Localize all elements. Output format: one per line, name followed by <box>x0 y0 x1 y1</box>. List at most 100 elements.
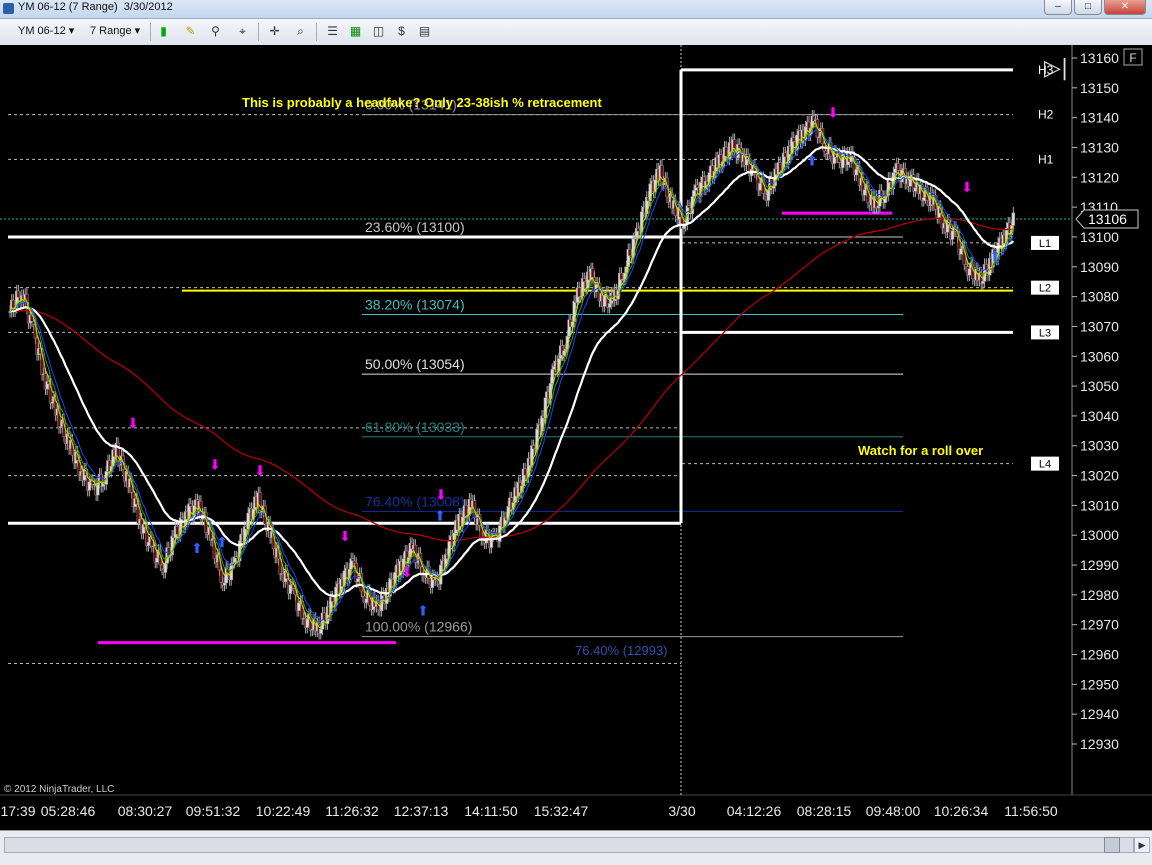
price-tick-label: 13120 <box>1080 169 1119 185</box>
buy-arrow-icon: ⬆ <box>417 603 429 619</box>
price-tick-label: 13150 <box>1080 80 1119 96</box>
toolbar-separator <box>316 23 317 41</box>
order-entry-icon[interactable]: ▤ <box>416 23 433 40</box>
candle-body <box>523 468 527 476</box>
candle-body <box>582 278 587 282</box>
price-tick-label: 13020 <box>1080 468 1119 484</box>
candle-body <box>577 287 581 298</box>
scroll-track[interactable] <box>4 837 1134 853</box>
period-selector[interactable]: 7 Range ▾ <box>90 22 140 41</box>
pin-icon[interactable]: ⌖ <box>234 23 251 40</box>
candle-body <box>288 584 293 594</box>
candle-body <box>913 187 918 192</box>
window-titlebar: YM 06-12 (7 Range) 3/30/2012 ‒ □ ✕ <box>0 0 1152 19</box>
properties-icon[interactable]: ☰ <box>324 23 341 40</box>
candle-body <box>607 303 612 308</box>
window-title: YM 06-12 (7 Range) 3/30/2012 <box>18 1 173 13</box>
candle-body <box>724 146 728 157</box>
time-tick-label: 10:22:49 <box>256 803 311 819</box>
fib-level-label: 61.80% (13033) <box>365 419 465 435</box>
price-tick-label: 13070 <box>1080 318 1119 334</box>
sell-arrow-icon: ⬇ <box>401 564 413 580</box>
time-tick-label: 11:26:32 <box>325 803 379 819</box>
toolbar-separator <box>258 23 259 41</box>
price-chart[interactable]: F ▷| 12930129401295012960129701298012990… <box>0 45 1152 830</box>
close-button[interactable]: ✕ <box>1104 0 1146 15</box>
time-tick-label: 09:48:00 <box>866 803 921 819</box>
candle-body <box>791 137 796 142</box>
candle-body <box>351 558 355 562</box>
buy-arrow-icon: ⬆ <box>191 540 203 556</box>
candle-body <box>950 230 955 240</box>
sell-arrow-icon: ⬇ <box>127 415 139 431</box>
pivot-label-h2: H2 <box>1038 108 1054 122</box>
scroll-thumb[interactable] <box>1104 837 1120 853</box>
candle-body <box>219 569 223 583</box>
candle-body <box>695 184 700 188</box>
candle-body <box>687 205 691 208</box>
time-tick-label: 05:28:46 <box>41 803 96 819</box>
horizontal-scrollbar[interactable]: ◀ ▶ <box>0 830 1152 865</box>
buy-arrow-icon: ⬆ <box>216 534 228 550</box>
candle-body <box>862 189 867 196</box>
price-tick-label: 13090 <box>1080 259 1119 275</box>
candle-body <box>967 268 972 276</box>
candle-body <box>590 268 595 278</box>
fib-level-label: 23.60% (13100) <box>365 219 465 235</box>
chart-toolbar: YM 06-12 ▾ 7 Range ▾ ▮ ✎ ⚲ ⌖ ✛ ⌕ ☰ ▦ ◫ $… <box>0 19 1152 46</box>
annotation-top: This is probably a headfake? Only 23-38i… <box>242 95 602 110</box>
fib-level-label: 38.20% (13074) <box>365 297 465 313</box>
pivot-label-l2: L2 <box>1039 283 1051 295</box>
candle-body <box>146 541 151 546</box>
buy-arrow-icon: ⬆ <box>434 507 446 523</box>
candle-body <box>175 526 179 535</box>
indicators-icon[interactable]: ▦ <box>347 23 364 40</box>
data-box-icon[interactable]: $ <box>393 23 410 40</box>
candle-body <box>330 596 335 602</box>
price-tick-label: 13000 <box>1080 527 1119 543</box>
instrument-label: YM 06-12 <box>18 25 66 37</box>
instrument-selector[interactable]: YM 06-12 ▾ <box>18 22 74 41</box>
candle-body <box>758 183 762 191</box>
toolbar-separator <box>150 23 151 41</box>
price-tick-label: 12970 <box>1080 617 1119 633</box>
bar-style-icon[interactable]: ▮ <box>155 23 172 40</box>
candle-body <box>552 366 556 370</box>
candle-body <box>922 197 926 201</box>
price-tick-label: 13080 <box>1080 289 1119 305</box>
candle-body <box>550 369 554 384</box>
candle-body <box>783 152 788 158</box>
pencil-draw-icon[interactable]: ✎ <box>182 23 199 40</box>
candle-body <box>628 249 632 256</box>
time-tick-label: 11:56:50 <box>1004 803 1058 819</box>
candle-body <box>984 264 989 270</box>
pivot-label-l1: L1 <box>1039 238 1051 250</box>
candle-body <box>352 560 357 564</box>
candle-body <box>155 557 159 563</box>
time-tick-label: 04:12:26 <box>727 803 782 819</box>
time-tick-label: 3/30 <box>668 803 695 819</box>
pin-icon[interactable]: ⚲ <box>207 23 224 40</box>
strategies-icon[interactable]: ◫ <box>370 23 387 40</box>
sell-arrow-icon: ⬇ <box>254 463 266 479</box>
crosshair-icon[interactable]: ✛ <box>266 23 283 40</box>
candle-body <box>16 290 21 298</box>
candle-body <box>1011 212 1016 226</box>
price-tick-label: 12940 <box>1080 706 1119 722</box>
candle-body <box>636 228 641 232</box>
zoom-icon[interactable]: ⌕ <box>292 23 309 40</box>
sell-arrow-icon: ⬇ <box>209 457 221 473</box>
candle-body <box>896 163 901 171</box>
candle-body <box>464 504 468 517</box>
fib-level-label: 100.00% (12966) <box>365 619 472 635</box>
chart-background <box>0 45 1152 830</box>
time-tick-label: 09:51:32 <box>186 803 241 819</box>
candle-body <box>981 281 985 284</box>
period-label: 7 Range <box>90 25 132 37</box>
scroll-right-icon[interactable]: ▶ <box>1134 837 1150 853</box>
maximize-button[interactable]: □ <box>1074 0 1102 15</box>
last-price-value: 13106 <box>1088 211 1127 227</box>
price-tick-label: 13130 <box>1080 139 1119 155</box>
price-tick-label: 13060 <box>1080 348 1119 364</box>
minimize-button[interactable]: ‒ <box>1044 0 1072 15</box>
